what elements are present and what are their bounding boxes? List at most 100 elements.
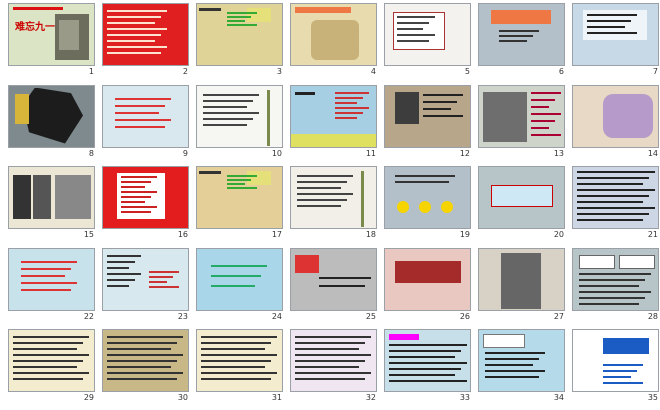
slide-preview[interactable]	[478, 329, 565, 392]
slide-thumbnail[interactable]: 10	[194, 82, 288, 162]
text-line	[201, 360, 271, 362]
text-line	[335, 96, 363, 99]
text-line	[203, 123, 247, 126]
slide-thumbnail[interactable]: 15	[6, 163, 100, 243]
photo	[55, 175, 91, 219]
slide-thumbnail[interactable]: 32	[288, 326, 382, 406]
slide-thumbnail[interactable]: 24	[194, 245, 288, 325]
slide-preview[interactable]	[8, 329, 95, 392]
slide-preview[interactable]	[196, 329, 283, 392]
logo	[603, 338, 649, 354]
text-line	[579, 290, 651, 293]
slide-thumbnail[interactable]: 14	[570, 82, 660, 162]
text-line	[149, 285, 179, 288]
slide-preview[interactable]	[196, 3, 283, 66]
slide-thumbnail[interactable]: 16	[100, 163, 194, 243]
slide-preview[interactable]	[102, 166, 189, 229]
slide-thumbnail[interactable]: 22	[6, 245, 100, 325]
slide-preview[interactable]	[196, 166, 283, 229]
slide-preview[interactable]	[290, 3, 377, 66]
text-line	[389, 380, 467, 382]
slide-thumbnail[interactable]: 9	[100, 82, 194, 162]
slide-thumbnail[interactable]: 21	[570, 163, 660, 243]
slide-preview[interactable]	[196, 84, 283, 148]
text-line	[115, 111, 159, 114]
slide-preview[interactable]	[290, 84, 377, 148]
slide-preview[interactable]	[102, 329, 189, 392]
slide-preview[interactable]	[8, 166, 95, 229]
slide-preview[interactable]	[196, 247, 283, 311]
slide-number: 3	[276, 67, 282, 76]
slide-preview[interactable]	[102, 247, 189, 311]
slide-thumbnail[interactable]: 35	[570, 326, 660, 406]
slide-thumbnail[interactable]: 19	[382, 163, 476, 243]
slide-thumbnail[interactable]: 12	[382, 82, 476, 162]
slide-thumbnail[interactable]: 29	[6, 326, 100, 406]
slide-preview[interactable]	[478, 84, 565, 148]
slide-preview[interactable]	[384, 84, 471, 148]
slide-preview[interactable]	[384, 166, 471, 229]
slide-preview[interactable]	[572, 84, 659, 148]
slide-number: 19	[459, 230, 470, 239]
slide-preview[interactable]	[572, 3, 659, 66]
slide-preview[interactable]	[290, 247, 377, 311]
slide-preview[interactable]	[102, 84, 189, 148]
map-shape	[311, 20, 359, 60]
text-line	[121, 211, 151, 213]
slide-thumbnail[interactable]: 20	[476, 163, 570, 243]
slide-preview[interactable]: 难忘九一八	[8, 3, 95, 66]
slide-thumbnail[interactable]: 28	[570, 245, 660, 325]
slide-preview[interactable]	[478, 247, 565, 311]
slide-thumbnail[interactable]: 2	[100, 0, 194, 80]
slide-preview[interactable]	[290, 166, 377, 229]
text-line	[227, 20, 245, 22]
slide-thumbnail[interactable]: 6	[476, 0, 570, 80]
slide-preview[interactable]	[8, 247, 95, 311]
slide-preview[interactable]	[8, 84, 95, 148]
text-line	[13, 336, 89, 338]
slide-thumbnail[interactable]: 13	[476, 82, 570, 162]
text-line	[395, 175, 455, 177]
text-line	[603, 382, 643, 384]
slide-thumbnail[interactable]: 26	[382, 245, 476, 325]
slide-preview[interactable]	[478, 3, 565, 66]
slide-thumbnail[interactable]: 33	[382, 326, 476, 406]
slide-preview[interactable]	[384, 329, 471, 392]
slide-preview[interactable]	[572, 166, 659, 229]
slide-preview[interactable]	[572, 329, 659, 392]
slide-thumbnail[interactable]: 4	[288, 0, 382, 80]
slide-number: 32	[365, 393, 376, 402]
text-line	[295, 360, 365, 362]
slide-thumbnail[interactable]: 31	[194, 326, 288, 406]
text-line	[121, 176, 157, 178]
slide-thumbnail[interactable]: 25	[288, 245, 382, 325]
decoration	[389, 334, 419, 340]
slide-thumbnail[interactable]: 27	[476, 245, 570, 325]
text-line	[603, 376, 631, 378]
slide-thumbnail[interactable]: 18	[288, 163, 382, 243]
slide-thumbnail[interactable]: 3	[194, 0, 288, 80]
slide-thumbnail[interactable]: 7	[570, 0, 660, 80]
text-line	[115, 104, 165, 107]
slide-thumbnail[interactable]: 30	[100, 326, 194, 406]
slide-thumbnail[interactable]: 17	[194, 163, 288, 243]
slide-number: 16	[177, 230, 188, 239]
slide-thumbnail[interactable]: 23	[100, 245, 194, 325]
slide-thumbnail[interactable]: 难忘九一八 1	[6, 0, 100, 80]
slide-thumbnail[interactable]: 11	[288, 82, 382, 162]
slide-thumbnail[interactable]: 5	[382, 0, 476, 80]
decoration	[15, 93, 29, 124]
text-line	[577, 213, 649, 215]
text-line	[107, 360, 177, 362]
slide-preview[interactable]	[290, 329, 377, 392]
slide-preview[interactable]	[102, 3, 189, 66]
slide-preview[interactable]	[384, 247, 471, 311]
text-line	[107, 10, 167, 12]
text-line	[115, 97, 171, 100]
text-line	[297, 181, 347, 183]
slide-thumbnail[interactable]: 34	[476, 326, 570, 406]
slide-thumbnail[interactable]: 8	[6, 82, 100, 162]
slide-preview[interactable]	[572, 247, 659, 311]
slide-preview[interactable]	[478, 166, 565, 229]
slide-preview[interactable]	[384, 3, 471, 66]
